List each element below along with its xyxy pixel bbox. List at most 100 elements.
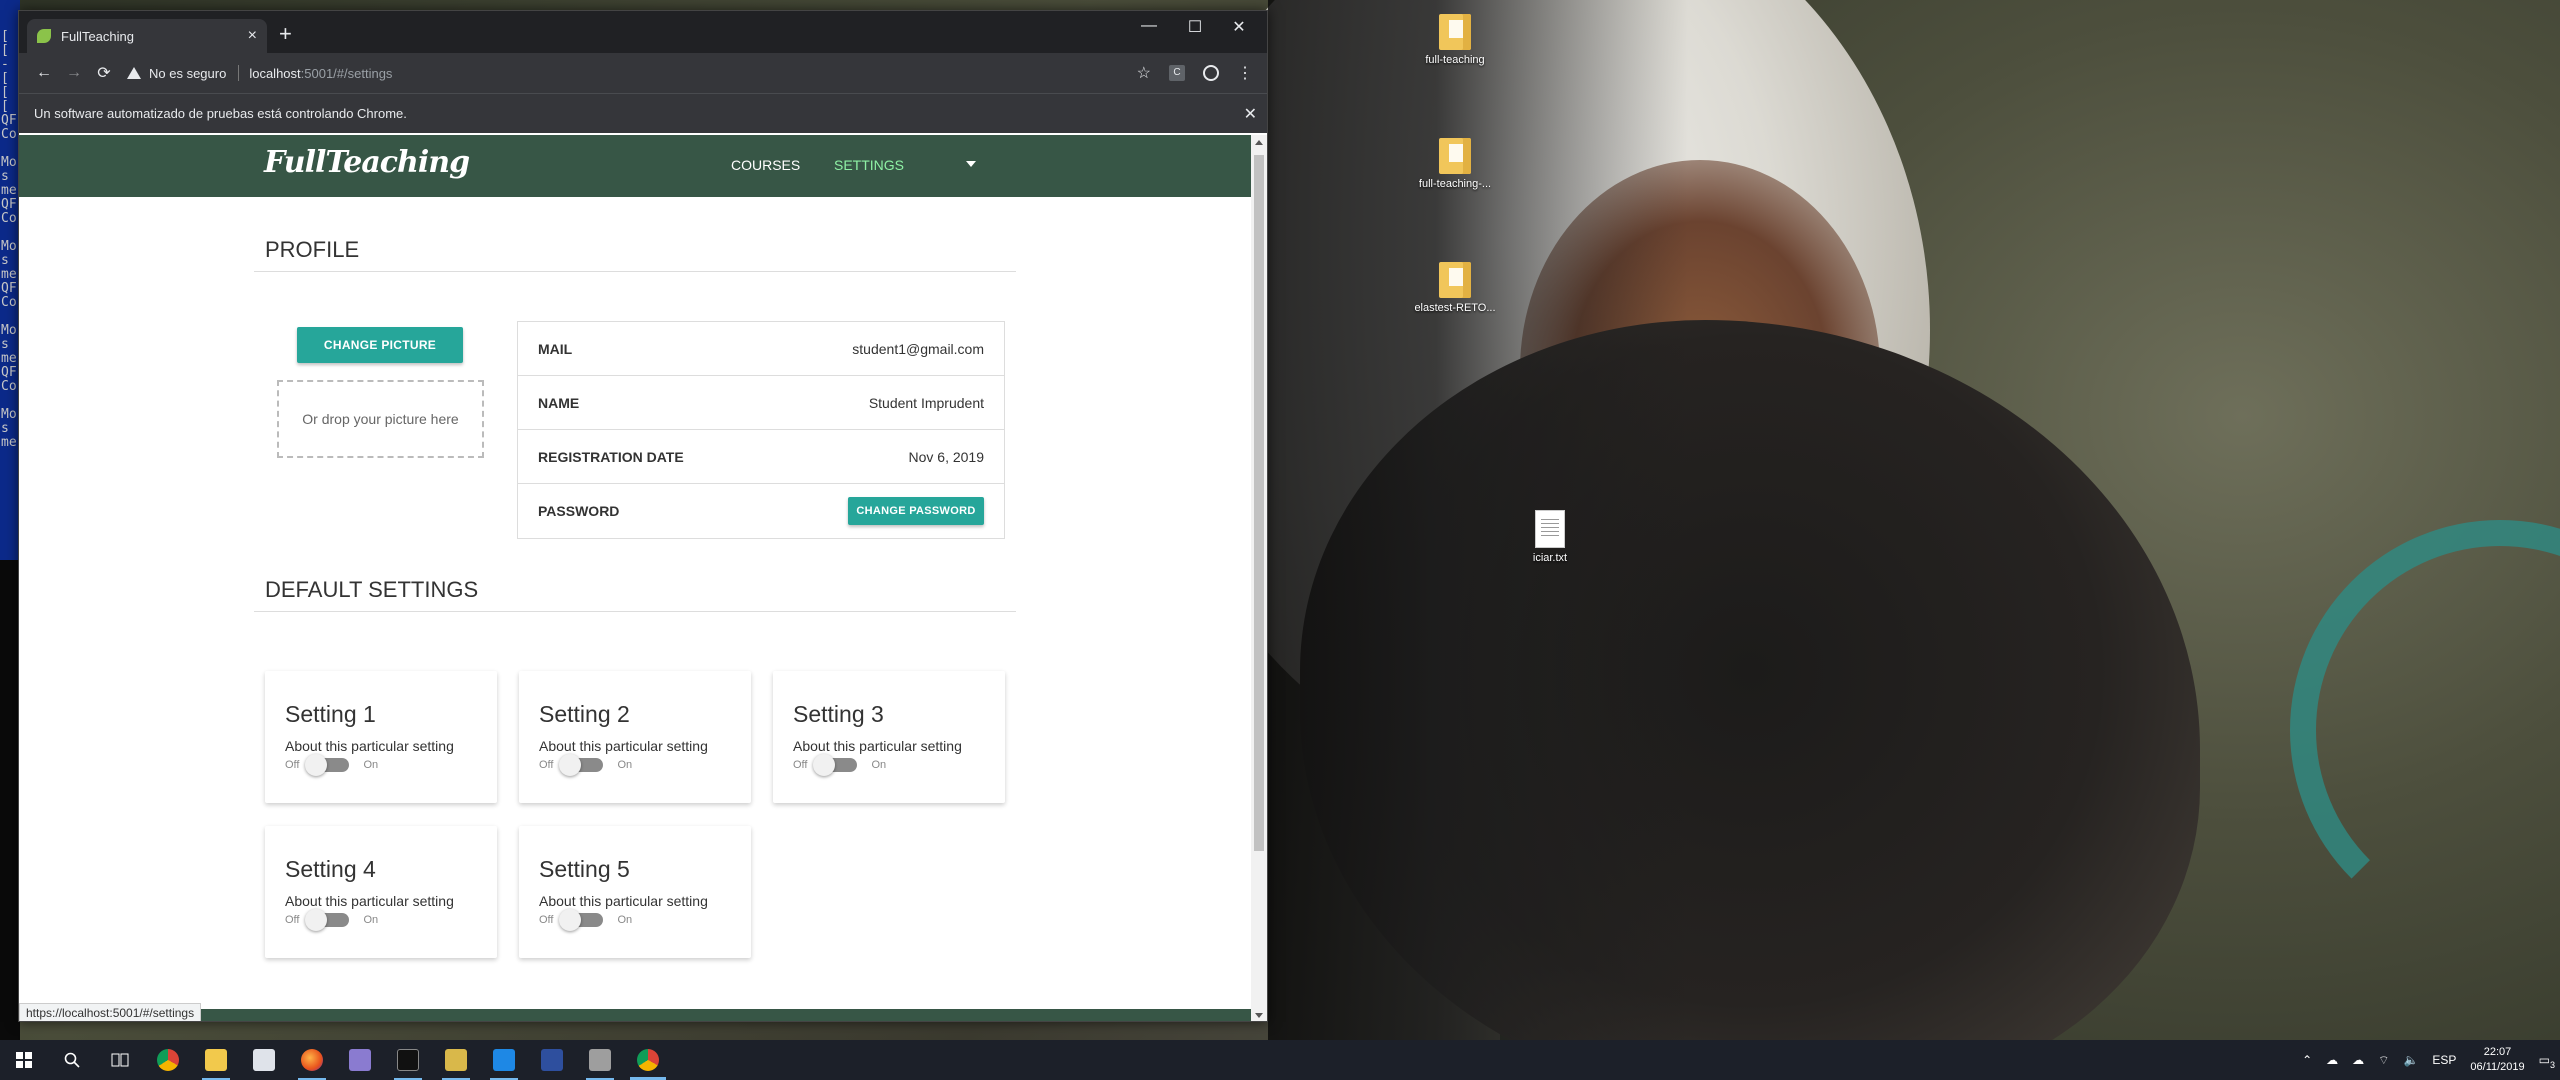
desktop-icon-label: elastest-RETO...	[1414, 302, 1496, 314]
volume-icon[interactable]: 🔈	[2403, 1053, 2418, 1067]
switch-off-label: Off	[539, 914, 554, 926]
nav-courses[interactable]: COURSES	[731, 157, 800, 173]
security-status[interactable]: No es seguro	[149, 66, 226, 81]
setting-title: Setting 5	[539, 856, 630, 882]
search-icon	[64, 1052, 80, 1068]
console-window-lower	[0, 560, 20, 1040]
taskbar-app-gray[interactable]	[576, 1040, 624, 1080]
clock[interactable]: 22:07 06/11/2019	[2470, 1045, 2524, 1075]
desktop-icon-iciar-txt[interactable]: iciar.txt	[1495, 510, 1605, 564]
task-view-button[interactable]	[96, 1040, 144, 1080]
switch-track[interactable]	[559, 909, 604, 931]
tab-title: FullTeaching	[61, 28, 134, 44]
app-icon	[349, 1049, 371, 1071]
system-tray: ⌃ ☁ ☁ ⌔ 🔈 ESP 22:07 06/11/2019 ▭ 3	[2302, 1045, 2560, 1075]
scrollbar-thumb[interactable]	[1254, 155, 1264, 851]
forward-arrow-icon[interactable]: →	[59, 64, 89, 82]
switch-track[interactable]	[305, 754, 350, 776]
network-icon[interactable]: ⌔	[2378, 1053, 2389, 1068]
start-button[interactable]	[0, 1040, 48, 1080]
setting-description: About this particular setting	[285, 738, 454, 754]
dropdown-caret-icon[interactable]	[966, 161, 976, 167]
setting-switch[interactable]: Off On	[793, 754, 985, 776]
reload-icon[interactable]: ⟳	[89, 63, 119, 83]
switch-knob[interactable]	[305, 909, 328, 931]
change-picture-button[interactable]: CHANGE PICTURE	[297, 327, 463, 363]
scroll-up-arrow-icon[interactable]	[1255, 140, 1263, 145]
browser-tab[interactable]: FullTeaching ×	[27, 19, 267, 53]
taskbar-chrome-active[interactable]	[624, 1040, 672, 1080]
switch-track[interactable]	[305, 909, 350, 931]
nav-settings[interactable]: SETTINGS	[834, 157, 904, 173]
firefox-icon	[301, 1049, 323, 1071]
dropzone-text: Or drop your picture here	[302, 411, 459, 427]
onedrive-cloud-icon[interactable]: ☁	[2326, 1053, 2338, 1067]
switch-knob[interactable]	[305, 754, 328, 776]
status-bar-url: https://localhost:5001/#/settings	[19, 1003, 202, 1021]
setting-switch[interactable]: Off On	[285, 909, 477, 931]
switch-track[interactable]	[559, 754, 604, 776]
taskbar-file-explorer[interactable]	[192, 1040, 240, 1080]
change-password-button[interactable]: CHANGE PASSWORD	[848, 497, 984, 525]
vscode-icon	[493, 1049, 515, 1071]
search-button[interactable]	[48, 1040, 96, 1080]
setting-description: About this particular setting	[539, 738, 708, 754]
url-host: localhost	[249, 65, 301, 81]
maximize-button[interactable]: ☐	[1173, 17, 1217, 37]
profile-icon[interactable]	[1203, 65, 1219, 81]
setting-switch[interactable]: Off On	[539, 754, 731, 776]
taskbar-vscode[interactable]	[480, 1040, 528, 1080]
switch-knob[interactable]	[559, 909, 582, 931]
taskbar-terminal[interactable]	[384, 1040, 432, 1080]
back-arrow-icon[interactable]: ←	[29, 64, 59, 82]
picture-dropzone[interactable]: Or drop your picture here	[277, 380, 484, 458]
task-view-icon	[111, 1053, 129, 1067]
menu-kebab-icon[interactable]: ⋮	[1237, 63, 1253, 83]
desktop-icon-elastest[interactable]: elastest-RETO...	[1400, 262, 1510, 314]
new-tab-button[interactable]: +	[279, 21, 292, 47]
address-bar[interactable]: No es seguro localhost:5001/#/settings ☆…	[127, 59, 1257, 87]
minimize-button[interactable]: —	[1127, 17, 1171, 35]
switch-knob[interactable]	[813, 754, 836, 776]
tab-close-icon[interactable]: ×	[248, 27, 257, 45]
app-navbar: FullTeaching COURSES SETTINGS	[19, 135, 1251, 197]
terminal-icon	[397, 1049, 419, 1071]
taskbar-chrome[interactable]	[144, 1040, 192, 1080]
taskbar-firefox[interactable]	[288, 1040, 336, 1080]
setting-card-3: Setting 3 About this particular setting Of…	[773, 671, 1005, 803]
scroll-down-arrow-icon[interactable]	[1255, 1013, 1263, 1018]
close-window-button[interactable]: ✕	[1217, 17, 1261, 37]
language-indicator[interactable]: ESP	[2432, 1053, 2456, 1067]
toolbar-actions: ☆ C ⋮	[1137, 63, 1257, 83]
switch-knob[interactable]	[559, 754, 582, 776]
fullteaching-logo[interactable]: FullTeaching	[264, 145, 470, 180]
clock-date: 06/11/2019	[2470, 1061, 2525, 1073]
taskbar-mail[interactable]	[240, 1040, 288, 1080]
taskbar-app-purple[interactable]	[336, 1040, 384, 1080]
warning-icon[interactable]	[127, 67, 141, 79]
setting-title: Setting 4	[285, 856, 376, 882]
desktop-icon-full-teaching-2[interactable]: full-teaching-...	[1400, 138, 1510, 190]
name-label: NAME	[538, 394, 580, 411]
bookmark-star-icon[interactable]: ☆	[1137, 63, 1151, 83]
setting-switch[interactable]: Off On	[285, 754, 477, 776]
notification-center-icon[interactable]: ▭ 3	[2539, 1053, 2555, 1070]
switch-on-label: On	[871, 759, 887, 771]
desktop-icon-full-teaching[interactable]: full-teaching	[1400, 14, 1510, 66]
taskbar-powershell[interactable]	[528, 1040, 576, 1080]
chevron-up-icon[interactable]: ⌃	[2302, 1053, 2312, 1067]
url-path: :5001/#/settings	[300, 65, 393, 81]
setting-description: About this particular setting	[539, 893, 708, 909]
mail-value: student1@gmail.com	[852, 340, 984, 357]
switch-track[interactable]	[813, 754, 858, 776]
extension-icon[interactable]: C	[1169, 65, 1185, 81]
switch-on-label: On	[617, 759, 633, 771]
switch-on-label: On	[363, 759, 379, 771]
switch-on-label: On	[617, 914, 633, 926]
taskbar-app-yellow[interactable]	[432, 1040, 480, 1080]
infobar-close-icon[interactable]: ✕	[1244, 104, 1257, 124]
notification-count: 3	[2549, 1060, 2555, 1070]
setting-switch[interactable]: Off On	[539, 909, 731, 931]
cloud-icon[interactable]: ☁	[2352, 1053, 2364, 1067]
page-scrollbar[interactable]	[1251, 135, 1267, 1021]
